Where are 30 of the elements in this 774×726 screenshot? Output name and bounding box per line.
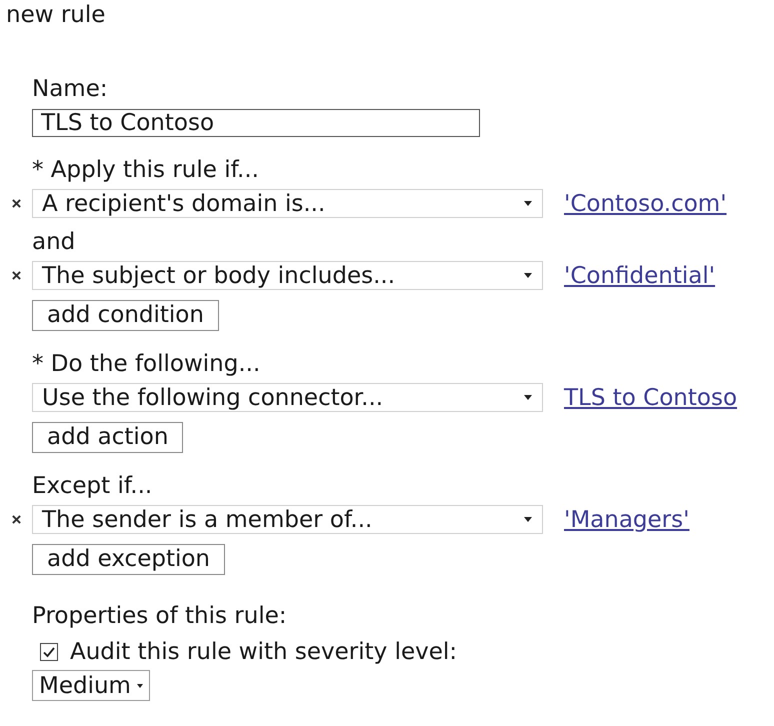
joiner-label: and [32, 228, 76, 257]
section-heading: Properties of this rule: [32, 602, 287, 631]
add-button[interactable]: add condition [32, 300, 219, 331]
add-button[interactable]: add action [32, 422, 184, 453]
condition-dropdown[interactable]: A recipient's domain is... [32, 189, 543, 218]
add-button[interactable]: add exception [32, 544, 226, 575]
remove-icon[interactable] [12, 515, 20, 524]
section-heading: * Do the following... [32, 350, 260, 379]
condition-dropdown[interactable]: Use the following connector... [32, 383, 543, 412]
caret-icon [524, 273, 532, 278]
caret-icon [136, 684, 143, 688]
checkbox-label: Audit this rule with severity level: [70, 638, 458, 667]
section-heading: Except if... [32, 472, 152, 501]
value-link[interactable]: 'Managers' [564, 506, 690, 532]
caret-icon [524, 395, 532, 400]
section-heading: * Apply this rule if... [32, 156, 259, 185]
value-link[interactable]: TLS to Contoso [564, 384, 738, 410]
value-link[interactable]: 'Confidential' [564, 262, 716, 288]
name-field[interactable]: TLS to Contoso [32, 109, 480, 137]
checkbox[interactable] [40, 643, 58, 661]
caret-icon [524, 517, 532, 522]
caret-icon [524, 201, 532, 206]
remove-icon[interactable] [12, 271, 20, 280]
field-label: Name: [32, 75, 108, 104]
value-link[interactable]: 'Contoso.com' [564, 190, 727, 216]
remove-icon[interactable] [12, 199, 20, 208]
condition-dropdown[interactable]: The sender is a member of... [32, 505, 543, 534]
page-title: new rule [5, 1, 106, 30]
severity-dropdown[interactable]: Medium [32, 670, 150, 701]
condition-dropdown[interactable]: The subject or body includes... [32, 261, 543, 290]
